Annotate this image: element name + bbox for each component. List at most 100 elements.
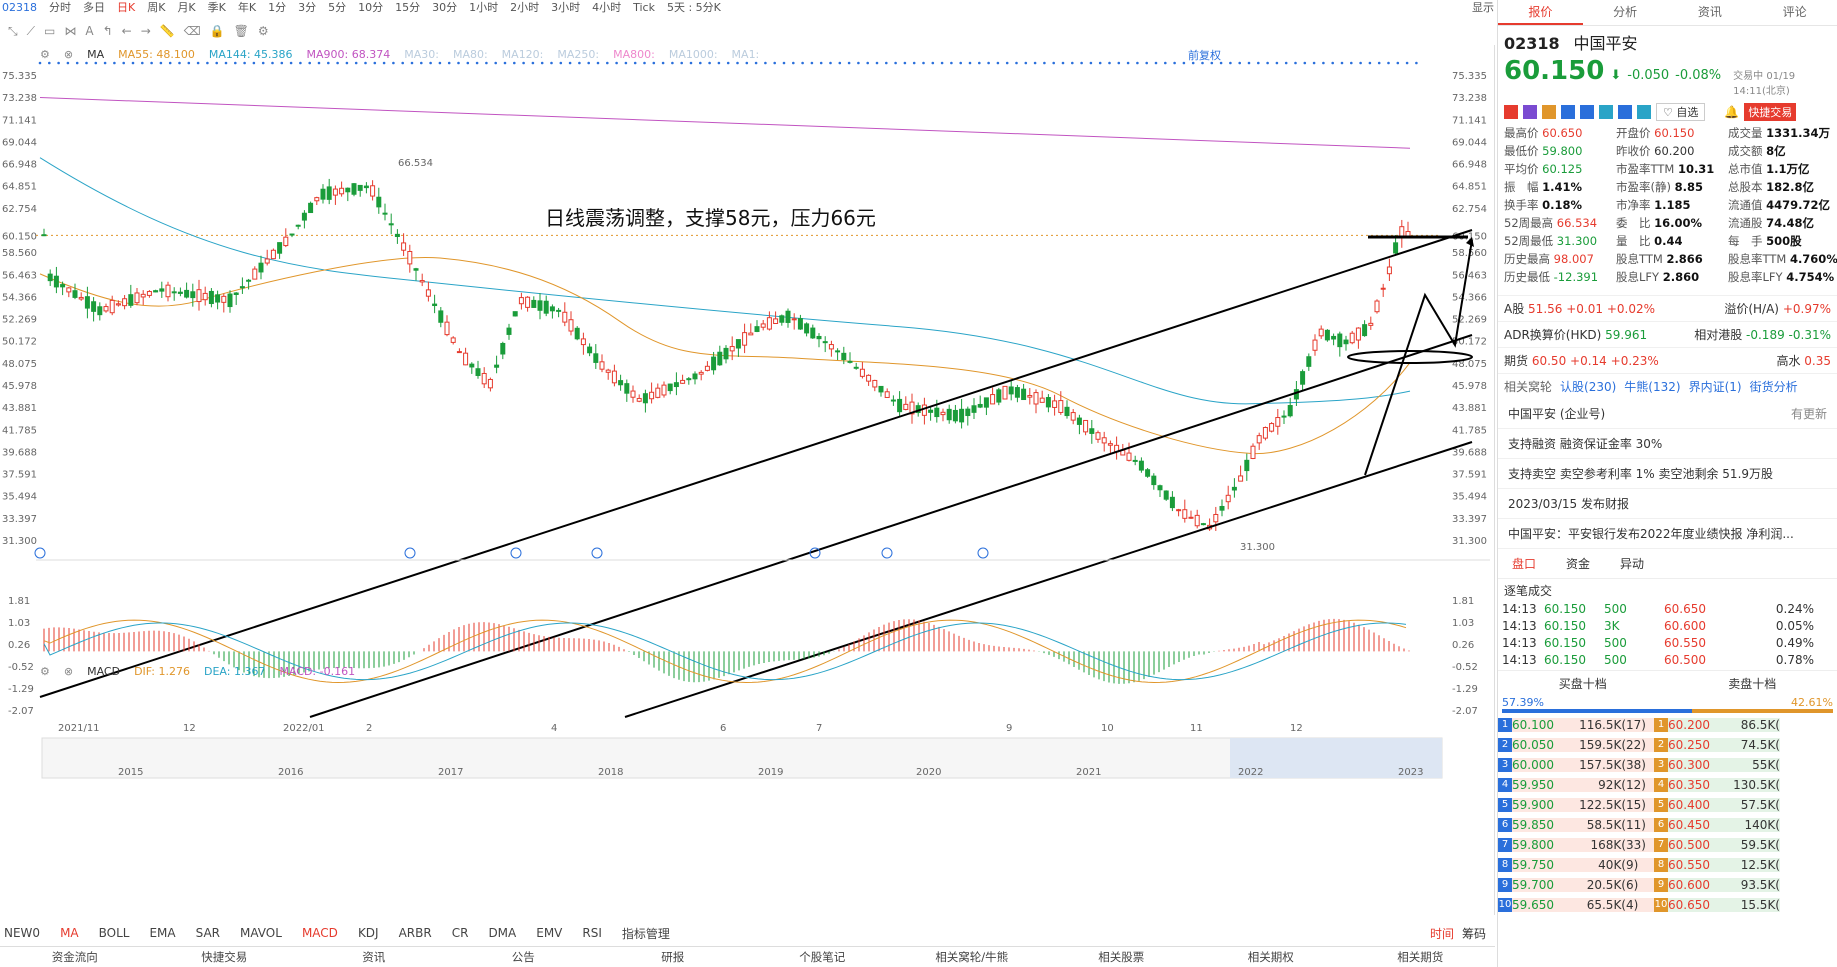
footer-tab[interactable]: 资金流向 xyxy=(0,949,150,965)
period-tab[interactable]: 15分 xyxy=(389,0,426,15)
footer-tab[interactable]: 个股笔记 xyxy=(748,949,898,965)
settings-icon[interactable]: ⚙ xyxy=(40,665,50,678)
period-tab[interactable]: 10分 xyxy=(352,0,389,15)
chart-area[interactable]: ⚙ ⊗ MA MA55: 48.100 MA144: 45.386 MA900: 68.3… xyxy=(0,45,1495,915)
bid-price[interactable]: 60.000 xyxy=(1512,758,1568,772)
indicator-tab[interactable]: ARBR xyxy=(399,926,432,940)
news-item[interactable]: 支持卖空 卖空参考利率 1% 卖空池剩余 51.9万股 xyxy=(1498,459,1837,489)
ask-price[interactable]: 60.450 xyxy=(1668,818,1722,832)
footer-tab[interactable]: 研报 xyxy=(598,949,748,965)
ask-price[interactable]: 60.350 xyxy=(1668,778,1722,792)
eraser-icon[interactable]: ⌫ xyxy=(184,24,201,38)
ask-price[interactable]: 60.200 xyxy=(1668,718,1722,732)
period-tab[interactable]: 5天 : 5分K xyxy=(661,0,727,15)
indicator-tab[interactable]: BOLL xyxy=(99,926,130,940)
period-tab[interactable]: 3小时 xyxy=(545,0,586,15)
panel-tab[interactable]: 评论 xyxy=(1752,0,1837,25)
bid-price[interactable]: 59.700 xyxy=(1512,878,1568,892)
news-item[interactable]: 中国平安：平安银行发布2022年度业绩快报 净利润... xyxy=(1498,519,1837,549)
arrow-tool-icon[interactable]: ↰ xyxy=(103,24,113,38)
panel-tab[interactable]: 资讯 xyxy=(1668,0,1753,25)
stock-code-tab[interactable]: 02318 xyxy=(0,1,43,14)
watchlist-button[interactable]: ♡ 自选 xyxy=(1656,103,1706,121)
period-tab[interactable]: 季K xyxy=(202,0,232,15)
ask-price[interactable]: 60.600 xyxy=(1668,878,1722,892)
chart-icon[interactable] xyxy=(1637,105,1651,119)
period-tab[interactable]: 2小时 xyxy=(504,0,545,15)
bid-price[interactable]: 59.750 xyxy=(1512,858,1568,872)
indicator-tab[interactable]: KDJ xyxy=(358,926,379,940)
period-tab[interactable]: 分时 xyxy=(43,0,77,15)
fib-tool-icon[interactable]: ⋈ xyxy=(64,24,76,38)
event-marker-icon[interactable] xyxy=(510,547,522,559)
bid-price[interactable]: 59.950 xyxy=(1512,778,1568,792)
footer-tab[interactable]: 相关窝轮/牛熊 xyxy=(897,949,1047,965)
text-tool-icon[interactable]: A xyxy=(85,24,93,38)
period-tab[interactable]: 多日 xyxy=(77,0,111,15)
ask-price[interactable]: 60.400 xyxy=(1668,798,1722,812)
bid-price[interactable]: 60.050 xyxy=(1512,738,1568,752)
footer-tab[interactable]: 快捷交易 xyxy=(150,949,300,965)
lock-icon[interactable]: 🔒 xyxy=(210,24,225,38)
event-marker-icon[interactable] xyxy=(34,547,46,559)
short-icon[interactable] xyxy=(1561,105,1575,119)
period-tab[interactable]: Tick xyxy=(627,1,661,14)
bid-price[interactable]: 59.900 xyxy=(1512,798,1568,812)
sub-tab[interactable]: 异动 xyxy=(1620,555,1644,572)
event-marker-icon[interactable] xyxy=(404,547,416,559)
bid-price[interactable]: 60.100 xyxy=(1512,718,1568,732)
period-tab[interactable]: 5分 xyxy=(322,0,352,15)
sub-tab[interactable]: 资金 xyxy=(1566,555,1590,572)
ask-price[interactable]: 60.250 xyxy=(1668,738,1722,752)
indicator-tab[interactable]: MAVOL xyxy=(240,926,282,940)
bid-price[interactable]: 59.650 xyxy=(1512,898,1568,912)
quick-trade-button[interactable]: 快捷交易 xyxy=(1744,103,1797,121)
bid-price[interactable]: 59.850 xyxy=(1512,818,1568,832)
panel-tab[interactable]: 分析 xyxy=(1583,0,1668,25)
indicator-tab[interactable]: DMA xyxy=(488,926,516,940)
tab-time[interactable]: 时间 xyxy=(1430,925,1454,942)
indicator-tab[interactable]: CR xyxy=(452,926,469,940)
indicator-tab[interactable]: SAR xyxy=(196,926,220,940)
indicator-tab[interactable]: MA xyxy=(60,926,79,940)
forward-icon[interactable]: → xyxy=(141,24,151,38)
ask-price[interactable]: 60.500 xyxy=(1668,838,1722,852)
ask-price[interactable]: 60.550 xyxy=(1668,858,1722,872)
indicator-tab[interactable]: 指标管理 xyxy=(622,925,670,942)
adr-row[interactable]: ADR换算价(HKD) 59.961 相对港股 -0.189 -0.31% xyxy=(1498,321,1837,347)
news-item[interactable]: 支持融资 融资保证金率 30% xyxy=(1498,429,1837,459)
option-icon[interactable] xyxy=(1542,105,1556,119)
close-icon[interactable]: ⊗ xyxy=(64,665,73,678)
sub-tab[interactable]: 盘口 xyxy=(1512,555,1536,572)
warrant-link[interactable]: 界内证(1) xyxy=(1689,378,1742,395)
bell-icon[interactable]: 🔔 xyxy=(1724,105,1739,119)
news-icon[interactable] xyxy=(1599,105,1613,119)
a-share-row[interactable]: A股 51.56 +0.01 +0.02% 溢价(H/A) +0.97% xyxy=(1498,295,1837,321)
warrant-link[interactable]: 街货分析 xyxy=(1750,378,1798,395)
footer-tab[interactable]: 相关股票 xyxy=(1047,949,1197,965)
indicator-tab[interactable]: RSI xyxy=(582,926,602,940)
back-icon[interactable]: ← xyxy=(122,24,132,38)
ask-price[interactable]: 60.650 xyxy=(1668,898,1722,912)
period-tab[interactable]: 1分 xyxy=(262,0,292,15)
period-tab[interactable]: 1小时 xyxy=(463,0,504,15)
indicator-tab[interactable]: NEW0 xyxy=(4,926,40,940)
indicator-tab[interactable]: EMV xyxy=(536,926,562,940)
period-tab[interactable]: 年K xyxy=(232,0,262,15)
period-tab[interactable]: 30分 xyxy=(426,0,463,15)
period-tab[interactable]: 4小时 xyxy=(586,0,627,15)
news-item[interactable]: 中国平安 (企业号) 有更新 xyxy=(1498,399,1837,429)
crosshair-icon[interactable]: ⤡ xyxy=(8,24,18,39)
footer-tab[interactable]: 相关期权 xyxy=(1196,949,1346,965)
event-marker-icon[interactable] xyxy=(881,547,893,559)
period-tab[interactable]: 日K xyxy=(111,0,141,15)
warrant-link[interactable]: 牛熊(132) xyxy=(1624,378,1680,395)
news-item[interactable]: 2023/03/15 发布财报 xyxy=(1498,489,1837,519)
indicator-tab[interactable]: EMA xyxy=(149,926,175,940)
panel-tab[interactable]: 报价 xyxy=(1498,0,1583,25)
futures-row[interactable]: 期货 60.50 +0.14 +0.23% 高水 0.35 xyxy=(1498,347,1837,373)
margin-icon[interactable] xyxy=(1523,105,1537,119)
ask-price[interactable]: 60.300 xyxy=(1668,758,1722,772)
footer-tab[interactable]: 公告 xyxy=(449,949,599,965)
period-tab[interactable]: 月K xyxy=(171,0,201,15)
